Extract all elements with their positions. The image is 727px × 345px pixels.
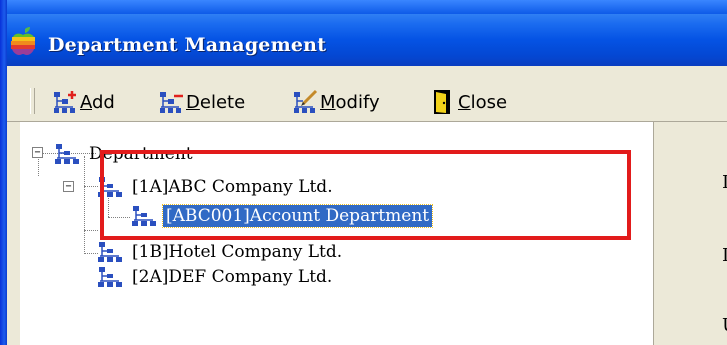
door-exit-icon	[434, 90, 450, 114]
tree-node-department[interactable]: Department	[54, 142, 196, 166]
close-mnemonic: C	[458, 91, 471, 113]
abc-collapse-toggle[interactable]: −	[63, 181, 74, 192]
org-chart-icon	[98, 177, 122, 197]
close-label-rest: lose	[470, 91, 508, 113]
modify-label-rest: odify	[335, 91, 380, 113]
add-button[interactable]: Add	[52, 88, 115, 116]
tree-node-hotel-company[interactable]: [1B]Hotel Company Ltd.	[97, 240, 345, 264]
detail-field-label: I	[722, 245, 727, 266]
tree-node-abc-company[interactable]: [1A]ABC Company Ltd.	[97, 175, 336, 199]
modify-button[interactable]: Modify	[292, 88, 380, 116]
root-collapse-toggle[interactable]: −	[32, 147, 43, 158]
apple-logo-icon	[11, 27, 35, 55]
modify-mnemonic: M	[320, 91, 336, 113]
tree-node-label: [2A]DEF Company Ltd.	[132, 267, 333, 287]
close-button[interactable]: Close	[430, 88, 507, 116]
detail-panel	[654, 122, 727, 345]
tree-node-label: Department	[89, 144, 193, 164]
org-chart-icon	[55, 144, 79, 164]
org-chart-icon	[132, 206, 156, 226]
title-bar[interactable]	[7, 0, 727, 66]
modify-tree-icon	[294, 89, 318, 113]
toolbar-grip[interactable]	[30, 88, 35, 114]
detail-field-label: U	[722, 315, 727, 336]
window-left-border	[0, 0, 7, 345]
detail-field-label: I	[722, 172, 727, 193]
delete-mnemonic: D	[186, 91, 200, 113]
delete-button[interactable]: Delete	[158, 88, 245, 116]
tree-node-label: [1B]Hotel Company Ltd.	[132, 242, 343, 262]
org-chart-icon	[98, 242, 122, 262]
add-tree-icon	[54, 91, 76, 113]
tree-node-def-company[interactable]: [2A]DEF Company Ltd.	[97, 265, 335, 289]
add-label-rest: dd	[92, 91, 115, 113]
org-chart-icon	[98, 267, 122, 287]
department-tree[interactable]: − − Department [1A]ABC Company Ltd. [ABC…	[20, 122, 654, 345]
tree-node-account-department[interactable]: [ABC001]Account Department	[131, 204, 434, 228]
tree-node-label: [ABC001]Account Department	[161, 204, 434, 228]
tree-node-label: [1A]ABC Company Ltd.	[132, 177, 333, 197]
delete-label-rest: elete	[199, 91, 246, 113]
delete-tree-icon	[160, 92, 183, 113]
window-title: Department Management	[48, 34, 327, 56]
add-mnemonic: A	[80, 91, 92, 113]
